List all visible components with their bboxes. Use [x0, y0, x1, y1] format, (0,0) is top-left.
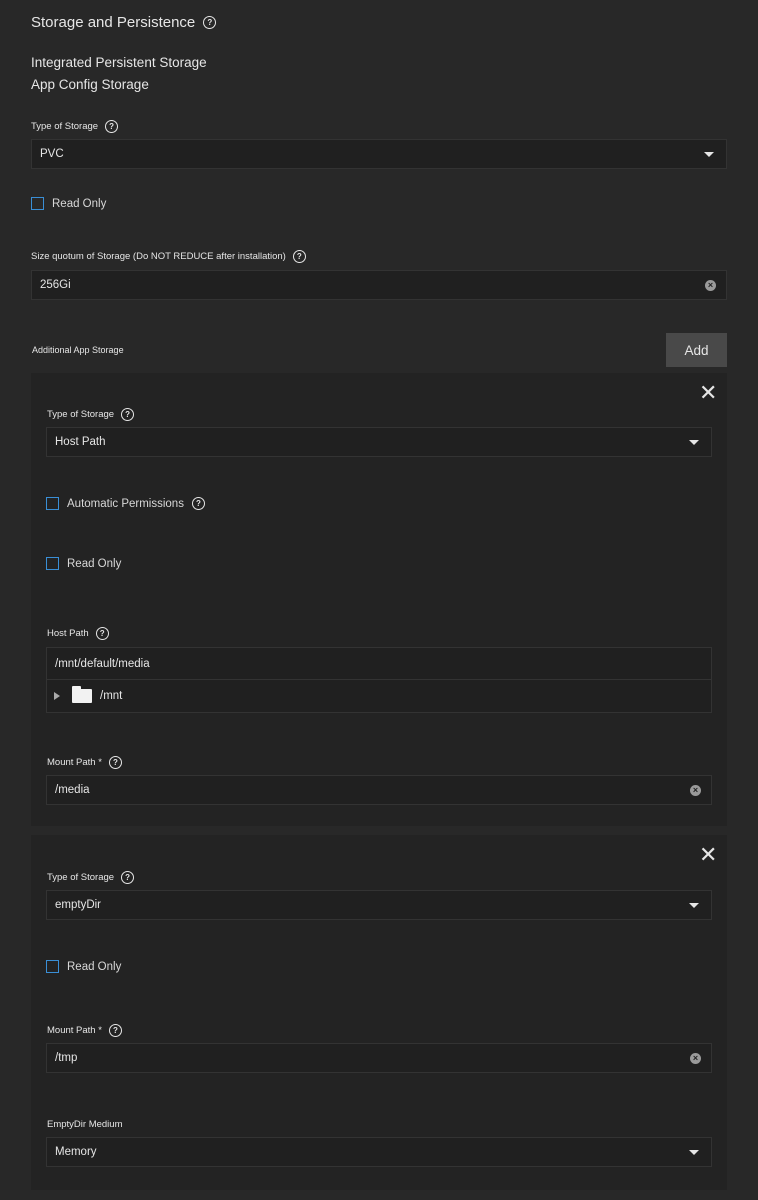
card1-autoperm-checkbox[interactable] [46, 497, 59, 510]
caret-down-icon [689, 1149, 699, 1155]
card1-hostpath-explorer: /mnt/default/media /mnt [46, 647, 712, 713]
add-storage-button[interactable]: Add [666, 333, 727, 367]
card1-autoperm-row[interactable]: Automatic Permissions ? [46, 497, 205, 510]
section-title: Storage and Persistence ? [31, 14, 217, 31]
config-size-value: 256Gi [40, 279, 71, 291]
card1-mount-label: Mount Path * ? [47, 756, 122, 769]
card2-medium-value: Memory [55, 1146, 97, 1158]
card1-hostpath-label-text: Host Path [47, 628, 89, 639]
card2-readonly-label: Read Only [67, 960, 122, 973]
config-readonly-checkbox[interactable] [31, 197, 44, 210]
card2-mount-label: Mount Path * ? [47, 1024, 122, 1037]
card2-readonly-checkbox[interactable] [46, 960, 59, 973]
expand-triangle-icon[interactable] [54, 692, 60, 700]
caret-down-icon [704, 151, 714, 157]
config-type-label-text: Type of Storage [31, 121, 99, 132]
config-size-input[interactable]: 256Gi × [31, 270, 727, 300]
config-readonly-label: Read Only [52, 197, 107, 210]
integrated-storage-heading: Integrated Persistent Storage [31, 55, 207, 70]
card1-type-value: Host Path [55, 436, 106, 448]
additional-storage-label: Additional App Storage [32, 345, 124, 355]
close-icon[interactable]: ✕ [699, 382, 717, 404]
config-type-select[interactable]: PVC [31, 139, 727, 169]
help-circle-icon[interactable]: ? [105, 120, 119, 133]
card1-type-label: Type of Storage ? [47, 408, 135, 421]
clear-icon[interactable]: × [705, 279, 716, 291]
tree-node-mnt[interactable]: /mnt [47, 679, 711, 712]
card2-type-label: Type of Storage ? [47, 871, 135, 884]
config-readonly-row[interactable]: Read Only [31, 197, 106, 210]
card1-mount-label-text: Mount Path * [47, 757, 102, 768]
caret-down-icon [689, 439, 699, 445]
caret-down-icon [689, 902, 699, 908]
card1-type-label-text: Type of Storage [47, 409, 115, 420]
card1-mount-value: /media [55, 784, 90, 796]
card1-readonly-label: Read Only [67, 557, 122, 570]
card2-medium-label: EmptyDir Medium [47, 1119, 123, 1130]
help-circle-icon[interactable]: ? [191, 497, 205, 510]
tree-node-label: /mnt [100, 690, 123, 702]
card1-readonly-checkbox[interactable] [46, 557, 59, 570]
help-circle-icon[interactable]: ? [108, 756, 122, 769]
card1-readonly-row[interactable]: Read Only [46, 557, 121, 570]
card1-hostpath-input[interactable]: /mnt/default/media [47, 648, 711, 679]
config-size-label: Size quotum of Storage (Do NOT REDUCE af… [31, 250, 306, 263]
config-type-value: PVC [40, 148, 64, 160]
clear-icon[interactable]: × [690, 1052, 701, 1064]
help-circle-icon[interactable]: ? [203, 16, 217, 29]
help-circle-icon[interactable]: ? [95, 627, 109, 640]
card1-autoperm-label: Automatic Permissions [67, 497, 184, 510]
card1-hostpath-label: Host Path ? [47, 627, 109, 640]
card2-type-label-text: Type of Storage [47, 872, 115, 883]
close-icon[interactable]: ✕ [699, 844, 717, 866]
help-circle-icon[interactable]: ? [121, 871, 135, 884]
card2-type-select[interactable]: emptyDir [46, 890, 712, 920]
config-size-label-text: Size quotum of Storage (Do NOT REDUCE af… [31, 251, 286, 262]
card2-medium-select[interactable]: Memory [46, 1137, 712, 1167]
card2-mount-value: /tmp [55, 1052, 78, 1064]
config-type-label: Type of Storage ? [31, 120, 119, 133]
card1-mount-input[interactable]: /media × [46, 775, 712, 805]
card2-mount-label-text: Mount Path * [47, 1025, 102, 1036]
card2-type-value: emptyDir [55, 899, 102, 911]
app-config-storage-heading: App Config Storage [31, 77, 149, 92]
help-circle-icon[interactable]: ? [292, 250, 306, 263]
card2-mount-input[interactable]: /tmp × [46, 1043, 712, 1073]
help-circle-icon[interactable]: ? [108, 1024, 122, 1037]
section-title-text: Storage and Persistence [31, 14, 196, 31]
card2-readonly-row[interactable]: Read Only [46, 960, 121, 973]
card1-type-select[interactable]: Host Path [46, 427, 712, 457]
folder-icon [72, 686, 92, 703]
help-circle-icon[interactable]: ? [121, 408, 135, 421]
clear-icon[interactable]: × [690, 784, 701, 796]
